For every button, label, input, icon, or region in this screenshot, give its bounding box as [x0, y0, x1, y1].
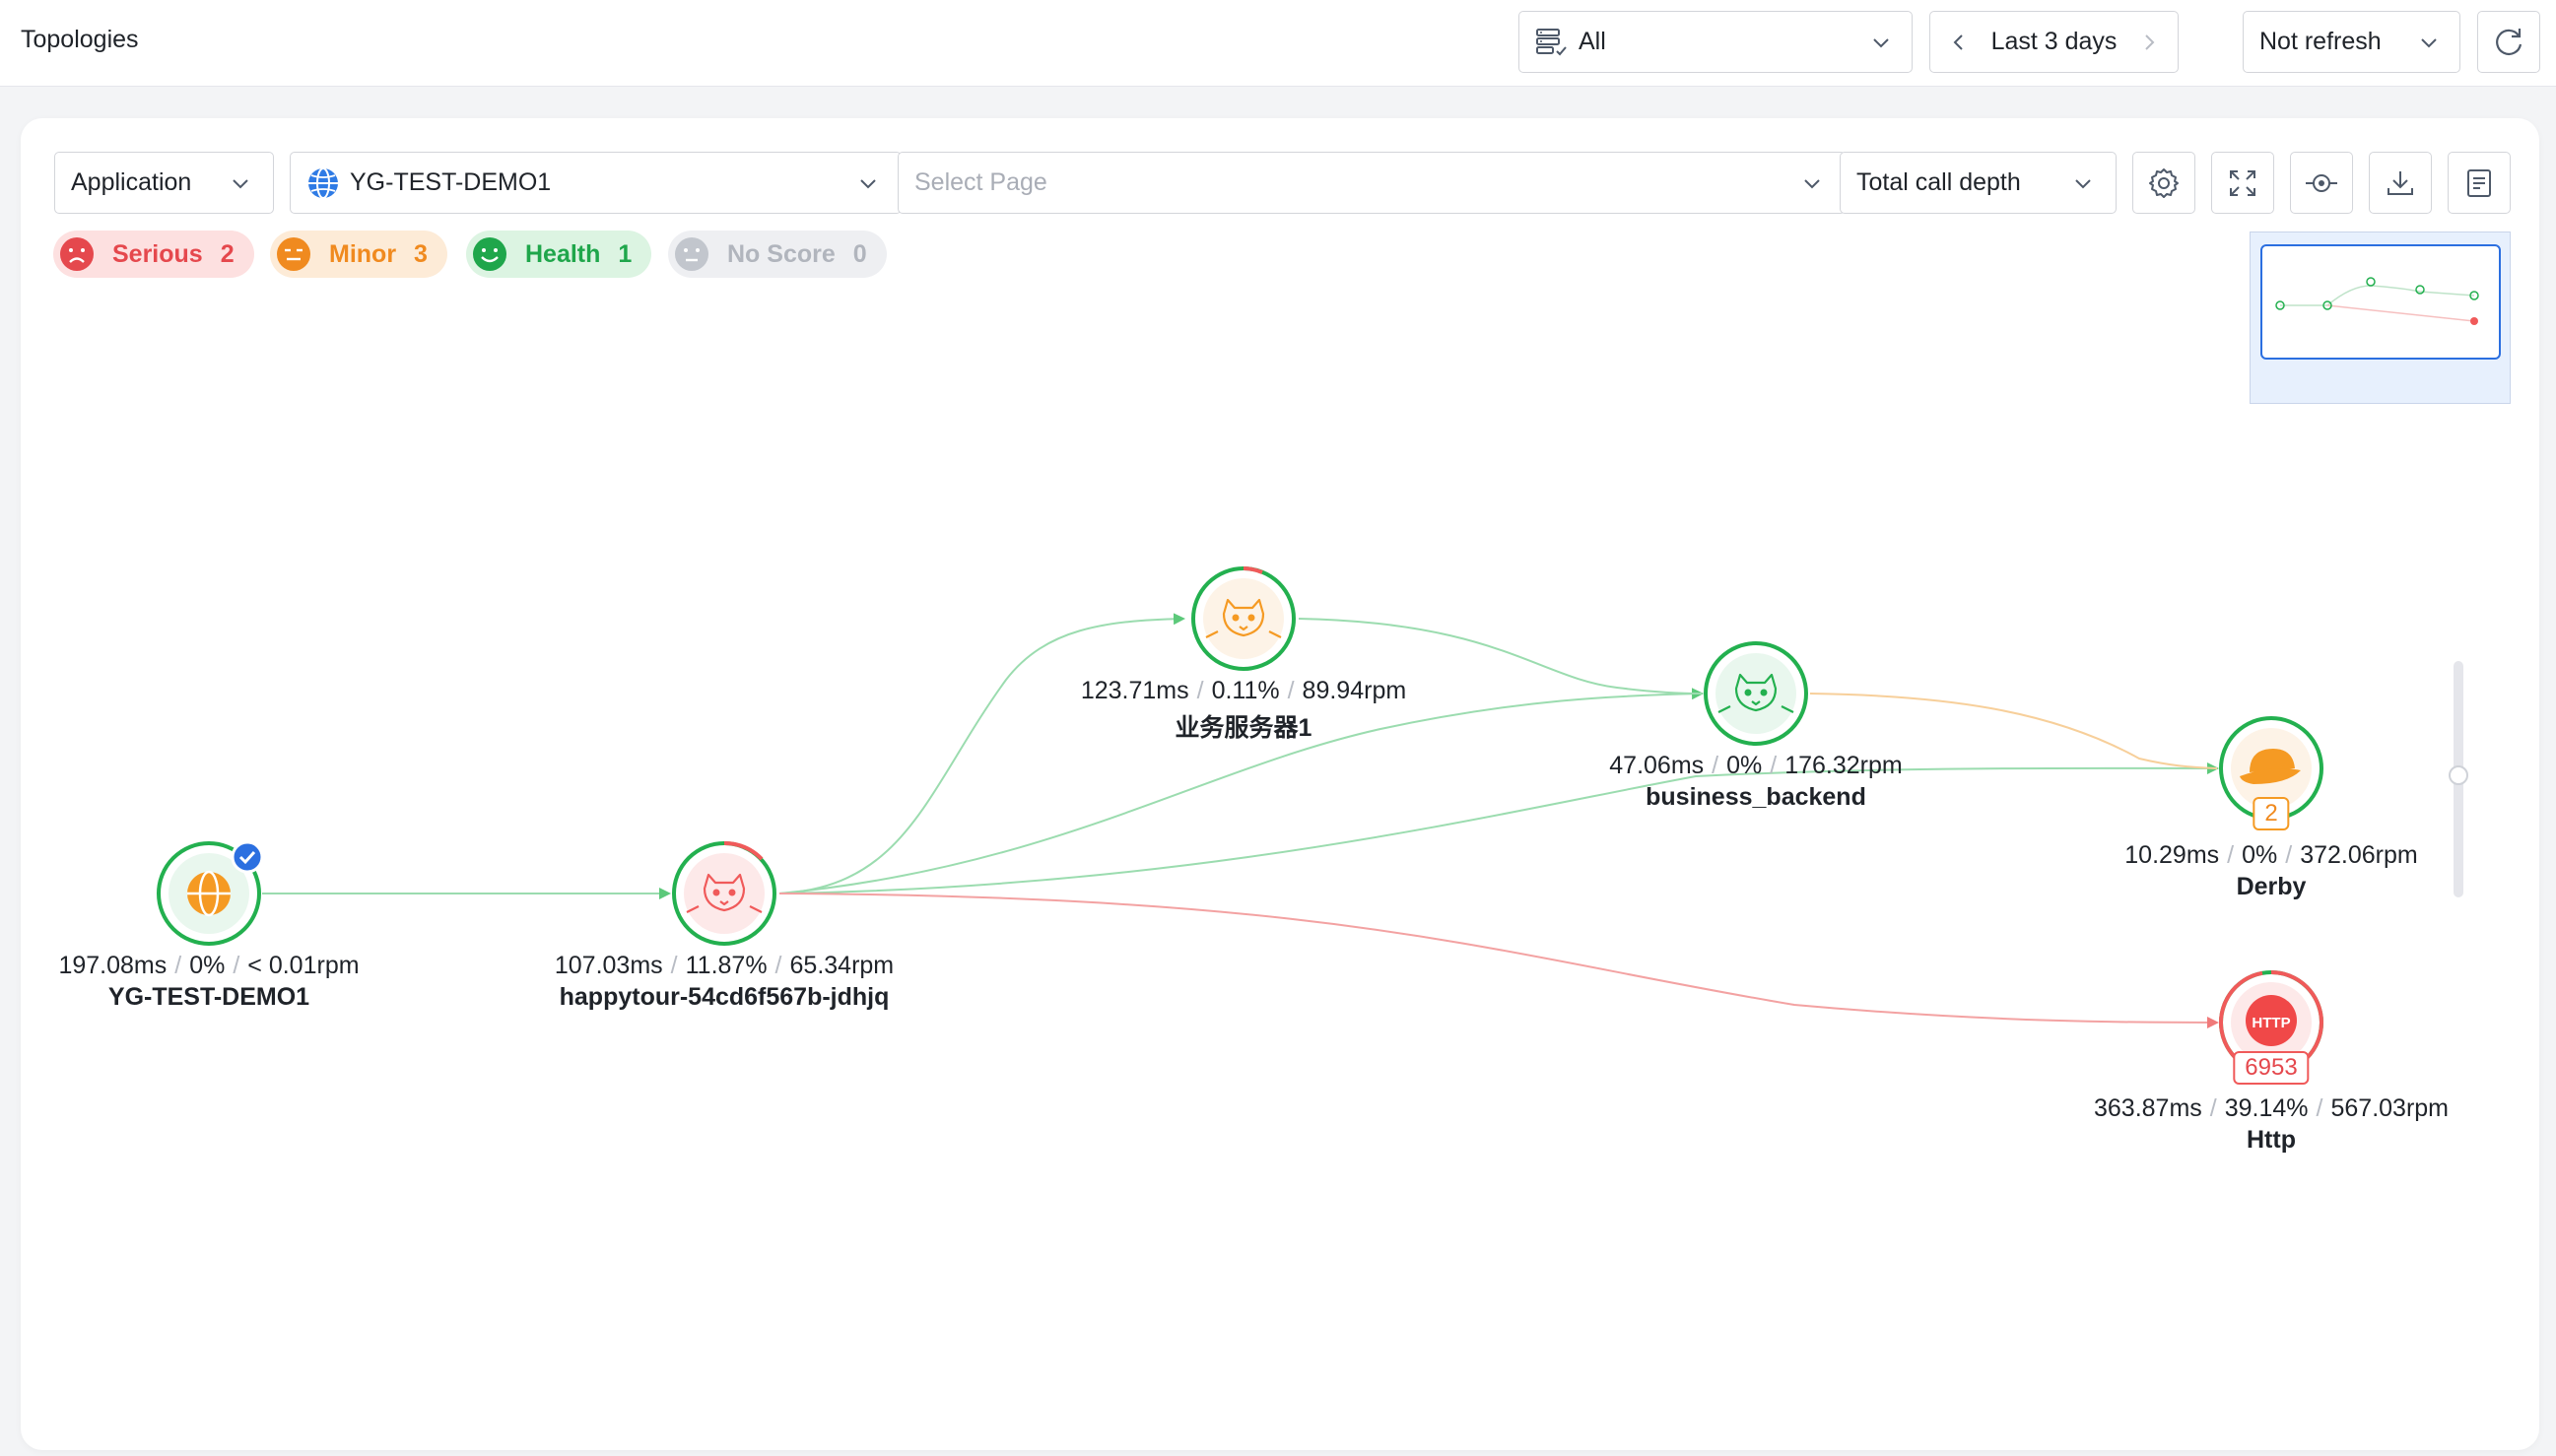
time-range-value: Last 3 days: [1990, 28, 2118, 55]
node-backend-label: 47.06ms/0%/176.32rpm business_backend: [1609, 752, 1902, 812]
edge-happytour-derby[interactable]: [778, 761, 2219, 894]
globe-icon: [187, 870, 231, 917]
node-backend[interactable]: [1704, 641, 1808, 746]
chevron-down-icon: [1873, 38, 1889, 48]
selected-check-icon: [231, 840, 264, 874]
chevron-right-icon[interactable]: [2140, 33, 2158, 52]
node-name[interactable]: YG-TEST-DEMO1: [58, 983, 359, 1012]
rpm-value: 65.34rpm: [789, 952, 895, 979]
error-rate-value: 0%: [1726, 752, 1763, 779]
latency-value: 123.71ms: [1080, 677, 1189, 704]
node-metrics: 363.87ms/39.14%/567.03rpm: [2093, 1094, 2450, 1122]
node-metrics: 47.06ms/0%/176.32rpm: [1609, 752, 1903, 779]
topology-graph: HTTP: [157, 566, 2323, 1075]
database-list-icon: [1536, 28, 1567, 55]
node-demo[interactable]: [157, 840, 264, 946]
edge-happytour-biz1[interactable]: [778, 613, 1185, 894]
error-rate-value: 0%: [189, 952, 226, 979]
top-header: Topologies All Last 3 days Not refresh: [0, 0, 2556, 87]
node-name[interactable]: 业务服务器1: [1081, 708, 1406, 744]
scope-select[interactable]: All: [1518, 11, 1913, 73]
latency-value: 363.87ms: [2093, 1094, 2202, 1122]
topology-panel: Application YG-TEST-DEMO1 Select Page To…: [21, 118, 2539, 1450]
node-name[interactable]: business_backend: [1609, 783, 1902, 812]
refresh-value: Not refresh: [2259, 28, 2382, 55]
node-name[interactable]: Derby: [2124, 873, 2417, 901]
node-happytour[interactable]: [672, 840, 776, 946]
reload-button[interactable]: [2477, 11, 2540, 73]
node-name[interactable]: Http: [2094, 1126, 2449, 1155]
page-title: Topologies: [21, 26, 139, 53]
derby-count-badge: 2: [2253, 797, 2290, 830]
rpm-value: 567.03rpm: [2330, 1094, 2450, 1122]
error-rate-value: 0%: [2242, 841, 2278, 869]
node-metrics: 197.08ms/0% / < 0.01rpm: [58, 952, 360, 979]
latency-value: 47.06ms: [1609, 752, 1705, 779]
error-rate-value: 39.14%: [2224, 1094, 2309, 1122]
latency-value: 107.03ms: [554, 952, 663, 979]
latency-value: 197.08ms: [58, 952, 168, 979]
http-count-badge: 6953: [2233, 1051, 2310, 1085]
node-metrics: 123.71ms/0.11%/89.94rpm: [1080, 677, 1407, 704]
node-derby-label: 10.29ms/0%/372.06rpm Derby: [2124, 841, 2417, 901]
time-range-picker[interactable]: Last 3 days: [1929, 11, 2179, 73]
node-biz1[interactable]: [1191, 566, 1296, 671]
node-biz1-label: 123.71ms/0.11%/89.94rpm 业务服务器1: [1081, 677, 1406, 744]
refresh-interval-select[interactable]: Not refresh: [2243, 11, 2460, 73]
http-icon-text: HTTP: [2252, 1015, 2290, 1031]
rpm-value: 89.94rpm: [1302, 677, 1407, 704]
reload-icon: [2496, 28, 2522, 55]
node-happytour-label: 107.03ms/11.87%/65.34rpm happytour-54cd6…: [555, 952, 894, 1012]
scope-value: All: [1579, 28, 1606, 55]
node-http-label: 363.87ms/39.14%/567.03rpm Http: [2094, 1094, 2449, 1155]
rpm-value: 176.32rpm: [1784, 752, 1903, 779]
rpm-value: 372.06rpm: [2300, 841, 2418, 869]
error-rate-value: 11.87%: [685, 952, 768, 979]
node-name[interactable]: happytour-54cd6f567b-jdhjq: [555, 983, 894, 1012]
edge-happytour-http[interactable]: [778, 893, 2219, 1028]
rpm-value: < 0.01rpm: [247, 952, 360, 979]
node-metrics: 10.29ms/0%/372.06rpm: [2124, 841, 2418, 869]
node-metrics: 107.03ms/11.87%/65.34rpm: [554, 952, 895, 979]
chevron-down-icon: [2421, 38, 2437, 48]
error-rate-value: 0.11%: [1211, 677, 1280, 704]
node-demo-label: 197.08ms/0% / < 0.01rpm YG-TEST-DEMO1: [58, 952, 359, 1012]
latency-value: 10.29ms: [2124, 841, 2220, 869]
chevron-left-icon[interactable]: [1950, 33, 1968, 52]
